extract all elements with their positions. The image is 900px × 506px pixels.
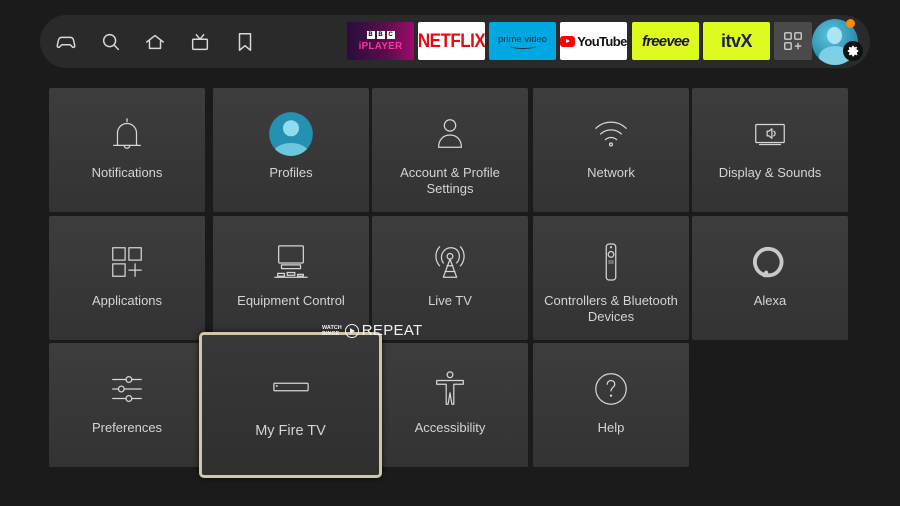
app-itvx[interactable]: itvX bbox=[703, 22, 770, 60]
app-freevee[interactable]: freevee bbox=[632, 22, 699, 60]
gear-icon bbox=[847, 45, 859, 57]
profile-avatar-icon bbox=[213, 112, 369, 157]
youtube-logo: YouTube bbox=[577, 33, 627, 49]
bbc-block: C bbox=[386, 30, 395, 39]
tile-account-profile-settings[interactable]: Account & Profile Settings bbox=[372, 88, 528, 212]
tile-label: Help bbox=[597, 420, 625, 435]
all-apps-button[interactable] bbox=[774, 22, 812, 60]
gamepad-icon[interactable] bbox=[54, 30, 78, 54]
sliders-icon bbox=[49, 369, 205, 409]
watermark-binge: BINGE bbox=[322, 330, 340, 337]
watermark-repeat: REPEAT bbox=[361, 322, 423, 339]
tile-controllers-bluetooth[interactable]: Controllers & Bluetooth Devices bbox=[533, 216, 689, 340]
tile-label: Accessibility bbox=[414, 420, 486, 435]
bell-icon bbox=[49, 114, 205, 154]
notification-dot bbox=[846, 19, 855, 28]
watermark-watch: WATCH bbox=[322, 324, 342, 331]
netflix-logo: NETFLIX bbox=[418, 29, 485, 52]
tile-label: Preferences bbox=[91, 420, 163, 435]
accessibility-icon bbox=[372, 369, 528, 409]
tile-help[interactable]: Help bbox=[533, 343, 689, 467]
tile-label: Notifications bbox=[91, 165, 163, 180]
freevee-logo: freevee bbox=[642, 32, 690, 50]
tile-label: Equipment Control bbox=[237, 293, 345, 308]
app-netflix[interactable]: NETFLIX bbox=[418, 22, 485, 60]
watermark-small-text: WATCH BINGE bbox=[322, 325, 342, 337]
tile-label: My Fire TV bbox=[255, 423, 326, 439]
equipment-icon bbox=[213, 242, 369, 282]
live-tv-icon[interactable] bbox=[188, 30, 212, 54]
home-icon[interactable] bbox=[143, 30, 167, 54]
tile-accessibility[interactable]: Accessibility bbox=[372, 343, 528, 467]
tile-preferences[interactable]: Preferences bbox=[49, 343, 205, 467]
tile-alexa[interactable]: Alexa bbox=[692, 216, 848, 340]
tile-label: Profiles bbox=[269, 165, 313, 180]
youtube-play-icon bbox=[560, 35, 576, 47]
tile-notifications[interactable]: Notifications bbox=[49, 88, 205, 212]
alexa-icon bbox=[692, 242, 848, 282]
watermark: WATCH BINGE REPEAT bbox=[322, 322, 422, 339]
bbc-block: B bbox=[376, 30, 385, 39]
bbc-logo-blocks: B B C bbox=[366, 30, 395, 39]
tile-label: Applications bbox=[91, 293, 163, 308]
tile-label: Display & Sounds bbox=[718, 165, 822, 180]
tile-display-sounds[interactable]: Display & Sounds bbox=[692, 88, 848, 212]
tile-label: Controllers & Bluetooth Devices bbox=[544, 293, 678, 324]
apps-grid-add-icon bbox=[784, 32, 802, 50]
help-icon bbox=[533, 369, 689, 409]
tile-profiles[interactable]: Profiles bbox=[213, 88, 369, 212]
app-youtube[interactable]: YouTube bbox=[560, 22, 627, 60]
remote-icon bbox=[533, 242, 689, 282]
tile-network[interactable]: Network bbox=[533, 88, 689, 212]
tile-label: Network bbox=[587, 165, 635, 180]
tile-label: Alexa bbox=[753, 293, 787, 308]
itvx-logo: itvX bbox=[720, 30, 753, 51]
search-icon[interactable] bbox=[99, 30, 123, 54]
avatar-head bbox=[827, 27, 842, 44]
bookmark-icon[interactable] bbox=[233, 30, 257, 54]
tile-label: Account & Profile Settings bbox=[400, 165, 500, 196]
display-sound-icon bbox=[692, 114, 848, 154]
fire-tv-device-icon bbox=[202, 367, 379, 407]
tile-my-fire-tv[interactable]: My Fire TV bbox=[199, 332, 382, 478]
apps-grid-icon bbox=[49, 242, 205, 282]
bbc-block: B bbox=[366, 30, 375, 39]
tile-applications[interactable]: Applications bbox=[49, 216, 205, 340]
app-bbc-iplayer[interactable]: B B C iPLAYER bbox=[347, 22, 414, 60]
app-prime-video[interactable]: prime video bbox=[489, 22, 556, 60]
bbc-iplayer-label: iPLAYER bbox=[358, 40, 403, 52]
antenna-icon bbox=[372, 242, 528, 282]
replay-icon bbox=[344, 323, 359, 338]
tile-label: Live TV bbox=[428, 293, 472, 308]
person-icon bbox=[372, 114, 528, 154]
prime-smile-icon bbox=[509, 43, 536, 49]
wifi-icon bbox=[533, 114, 689, 154]
settings-gear-button[interactable] bbox=[843, 41, 863, 61]
